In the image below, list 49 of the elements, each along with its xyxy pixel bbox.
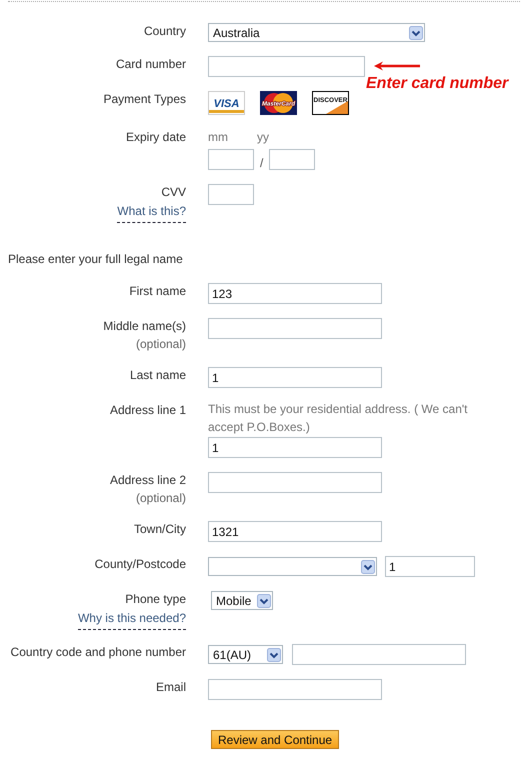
field-label: Country code and phone number <box>10 644 186 660</box>
help-link[interactable]: Why is this needed? <box>78 611 186 630</box>
field-label: First name <box>129 283 186 299</box>
field-label: Phone type <box>125 591 186 607</box>
submit-button[interactable]: Review and Continue <box>211 730 340 749</box>
field-label: Country <box>144 23 186 39</box>
input-field[interactable] <box>208 149 254 170</box>
arrow-icon <box>374 61 420 71</box>
input-field[interactable] <box>208 318 382 339</box>
chevron-down-icon <box>267 648 281 662</box>
chevron-down-icon <box>409 26 423 40</box>
field-label: Address line 1 <box>110 402 186 418</box>
dropdown[interactable]: Australia <box>208 23 425 42</box>
field-label: County/Postcode <box>94 556 186 572</box>
help-link[interactable]: What is this? <box>117 204 186 223</box>
section-heading: Please enter your full legal name <box>7 251 184 267</box>
separator-text: / <box>260 154 264 170</box>
optional-note: (optional) <box>136 336 186 353</box>
input-field[interactable] <box>292 644 466 665</box>
chevron-down-icon <box>257 594 271 608</box>
field-label: Card number <box>116 56 186 72</box>
input-field[interactable] <box>269 149 316 170</box>
dropdown[interactable]: 61(AU) <box>208 645 283 664</box>
input-field[interactable]: 1 <box>208 437 382 458</box>
hint-text: This must be your residential address. ( We can't accept P.O.Boxes.) <box>208 401 469 436</box>
chevron-down-icon <box>361 560 375 574</box>
field-label: Payment Types <box>104 91 186 107</box>
field-label: Middle name(s) <box>103 318 186 334</box>
input-field[interactable] <box>208 679 382 700</box>
input-field[interactable] <box>208 472 382 493</box>
field-label: Last name <box>130 367 186 383</box>
card-logo: VISA <box>208 91 245 115</box>
input-field[interactable]: 1 <box>208 367 382 388</box>
field-label: Address line 2 <box>110 472 186 488</box>
input-field[interactable]: 1321 <box>208 521 382 542</box>
field-label: Email <box>156 679 186 695</box>
annotation-text: Enter card number <box>366 74 508 93</box>
input-field[interactable]: 1 <box>385 556 475 577</box>
dropdown[interactable] <box>208 557 377 576</box>
optional-note: (optional) <box>136 490 186 507</box>
field-caption: yy <box>257 130 269 145</box>
input-field[interactable] <box>208 56 365 77</box>
dropdown[interactable]: Mobile <box>211 591 273 610</box>
field-label: Town/City <box>134 521 186 537</box>
input-field[interactable]: 123 <box>208 283 382 304</box>
field-label: CVV <box>161 184 186 200</box>
input-field[interactable] <box>208 184 254 205</box>
field-caption: mm <box>208 130 228 145</box>
field-label: Expiry date <box>126 129 186 145</box>
